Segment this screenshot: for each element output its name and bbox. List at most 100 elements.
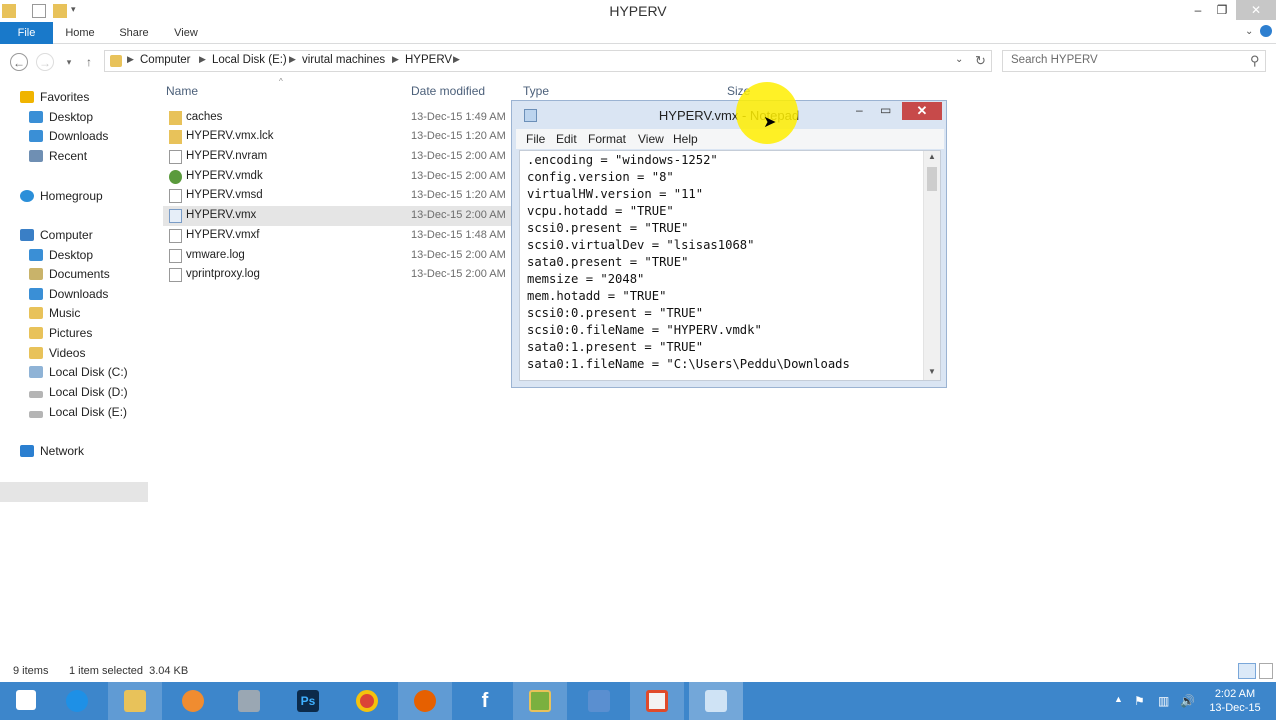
- recent-locations-icon[interactable]: ▾: [60, 53, 78, 71]
- address-bar[interactable]: ▶ Computer ▶ Local Disk (E:) ▶ virutal m…: [104, 50, 992, 72]
- refresh-icon[interactable]: ↻: [975, 53, 986, 69]
- column-header-name[interactable]: Name: [166, 84, 198, 98]
- photoshop-icon: Ps: [297, 690, 319, 712]
- explorer-title-bar: ▾ HYPERV – ❐ ✕: [0, 0, 1276, 22]
- notepad-text-area[interactable]: .encoding = "windows-1252" config.versio…: [519, 150, 941, 381]
- file-icon: [169, 229, 182, 243]
- minimize-button[interactable]: –: [856, 103, 863, 117]
- show-hidden-icons-icon[interactable]: ▲: [1114, 694, 1123, 704]
- vertical-scrollbar[interactable]: ▲ ▼: [923, 151, 940, 380]
- breadcrumb-virutal-machines[interactable]: virutal machines: [302, 54, 385, 66]
- menu-view[interactable]: View: [638, 132, 664, 146]
- taskbar-app[interactable]: [513, 682, 567, 720]
- start-button[interactable]: [0, 682, 54, 720]
- taskbar-app[interactable]: [630, 682, 684, 720]
- minimize-button[interactable]: –: [1188, 0, 1208, 20]
- taskbar-app[interactable]: [50, 682, 104, 720]
- breadcrumb-local-disk-e[interactable]: Local Disk (E:): [212, 54, 287, 66]
- nav-item-downloads[interactable]: Downloads: [29, 284, 108, 304]
- nav-item-local-disk-d[interactable]: Local Disk (D:): [29, 382, 128, 402]
- tab-view[interactable]: View: [166, 22, 206, 44]
- menu-help[interactable]: Help: [673, 132, 698, 146]
- file-row[interactable]: caches 13-Dec-15 1:49 AM: [163, 108, 513, 128]
- expand-ribbon-icon[interactable]: ⌄: [1245, 26, 1253, 37]
- menu-format[interactable]: Format: [588, 132, 626, 146]
- nav-favorites[interactable]: Favorites: [20, 87, 89, 107]
- close-button[interactable]: ✕: [1236, 0, 1276, 20]
- file-row[interactable]: HYPERV.vmx.lck 13-Dec-15 1:20 AM: [163, 127, 513, 147]
- menu-edit[interactable]: Edit: [556, 132, 577, 146]
- up-button[interactable]: ↑: [80, 53, 98, 71]
- taskbar-app[interactable]: [166, 682, 220, 720]
- scroll-up-icon[interactable]: ▲: [928, 152, 936, 161]
- nav-homegroup[interactable]: Homegroup: [20, 186, 103, 206]
- nav-item-documents[interactable]: Documents: [29, 264, 110, 284]
- star-icon: [20, 91, 34, 103]
- forward-button[interactable]: →: [36, 53, 54, 71]
- network-status-icon[interactable]: ▥: [1158, 694, 1169, 708]
- taskbar-app[interactable]: [222, 682, 276, 720]
- taskbar-app[interactable]: f: [458, 682, 512, 720]
- app-icon: [646, 690, 668, 712]
- nav-item-videos[interactable]: Videos: [29, 343, 85, 363]
- nav-item-local-disk-e[interactable]: Local Disk (E:): [29, 402, 127, 422]
- taskbar-app[interactable]: [689, 682, 743, 720]
- breadcrumb-separator[interactable]: ▶: [127, 54, 134, 65]
- window-title: HYPERV: [609, 3, 667, 19]
- nav-item-downloads[interactable]: Downloads: [29, 126, 108, 146]
- nav-computer[interactable]: Computer: [20, 225, 93, 245]
- file-row-selected[interactable]: HYPERV.vmx 13-Dec-15 2:00 AM: [163, 206, 513, 226]
- notepad-title-bar[interactable]: HYPERV.vmx - Notepad – ▭ ✕: [512, 101, 946, 129]
- file-row[interactable]: HYPERV.vmdk 13-Dec-15 2:00 AM: [163, 167, 513, 187]
- scrollbar-thumb[interactable]: [927, 167, 937, 191]
- breadcrumb-separator[interactable]: ▶: [392, 54, 399, 65]
- breadcrumb-computer[interactable]: Computer: [140, 54, 191, 66]
- column-header-date-modified[interactable]: Date modified: [411, 84, 485, 98]
- nav-item-music[interactable]: Music: [29, 303, 80, 323]
- file-row[interactable]: HYPERV.vmxf 13-Dec-15 1:48 AM: [163, 226, 513, 246]
- nav-network[interactable]: Network: [20, 441, 84, 461]
- search-icon[interactable]: ⚲: [1250, 53, 1260, 69]
- tab-share[interactable]: Share: [112, 22, 156, 44]
- scroll-down-icon[interactable]: ▼: [928, 367, 936, 376]
- menu-file[interactable]: File: [526, 132, 545, 146]
- file-row[interactable]: vmware.log 13-Dec-15 2:00 AM: [163, 246, 513, 266]
- breadcrumb-separator[interactable]: ▶: [289, 54, 296, 65]
- taskbar-app[interactable]: [340, 682, 394, 720]
- help-icon[interactable]: [1260, 25, 1272, 37]
- large-icons-view-icon[interactable]: [1259, 663, 1273, 679]
- nav-item-desktop[interactable]: Desktop: [29, 245, 93, 265]
- breadcrumb-separator[interactable]: ▶: [453, 54, 460, 65]
- vmware-disk-icon: [169, 170, 182, 184]
- maximize-button[interactable]: ▭: [880, 103, 891, 117]
- file-row[interactable]: vprintproxy.log 13-Dec-15 2:00 AM: [163, 265, 513, 285]
- text-line: scsi0.present = "TRUE": [527, 221, 689, 235]
- nav-item-local-disk-c[interactable]: Local Disk (C:): [29, 362, 128, 382]
- tab-home[interactable]: Home: [60, 22, 100, 44]
- maximize-button[interactable]: ❐: [1212, 0, 1232, 20]
- back-button[interactable]: ←: [10, 53, 28, 71]
- action-center-icon[interactable]: ⚑: [1134, 694, 1145, 708]
- column-header-type[interactable]: Type: [523, 84, 549, 98]
- nav-item-pictures[interactable]: Pictures: [29, 323, 92, 343]
- address-dropdown-icon[interactable]: ⌄: [955, 54, 963, 65]
- file-row[interactable]: HYPERV.nvram 13-Dec-15 2:00 AM: [163, 147, 513, 167]
- nav-item-recent[interactable]: Recent: [29, 146, 87, 166]
- taskbar-app[interactable]: [108, 682, 162, 720]
- breadcrumb-separator[interactable]: ▶: [199, 54, 206, 65]
- nav-item-desktop[interactable]: Desktop: [29, 107, 93, 127]
- pictures-icon: [29, 327, 43, 339]
- computer-icon: [20, 229, 34, 241]
- search-box[interactable]: Search HYPERV ⚲: [1002, 50, 1266, 72]
- text-line: virtualHW.version = "11": [527, 187, 704, 201]
- details-view-icon[interactable]: [1238, 663, 1256, 679]
- taskbar-app[interactable]: [398, 682, 452, 720]
- taskbar-app[interactable]: Ps: [281, 682, 335, 720]
- taskbar-app[interactable]: [572, 682, 626, 720]
- close-button[interactable]: ✕: [902, 102, 942, 120]
- file-row[interactable]: HYPERV.vmsd 13-Dec-15 1:20 AM: [163, 186, 513, 206]
- breadcrumb-hyperv[interactable]: HYPERV: [405, 54, 452, 66]
- volume-icon[interactable]: 🔊: [1180, 694, 1195, 708]
- tab-file[interactable]: File: [0, 22, 53, 44]
- clock[interactable]: 2:02 AM 13-Dec-15: [1200, 687, 1270, 715]
